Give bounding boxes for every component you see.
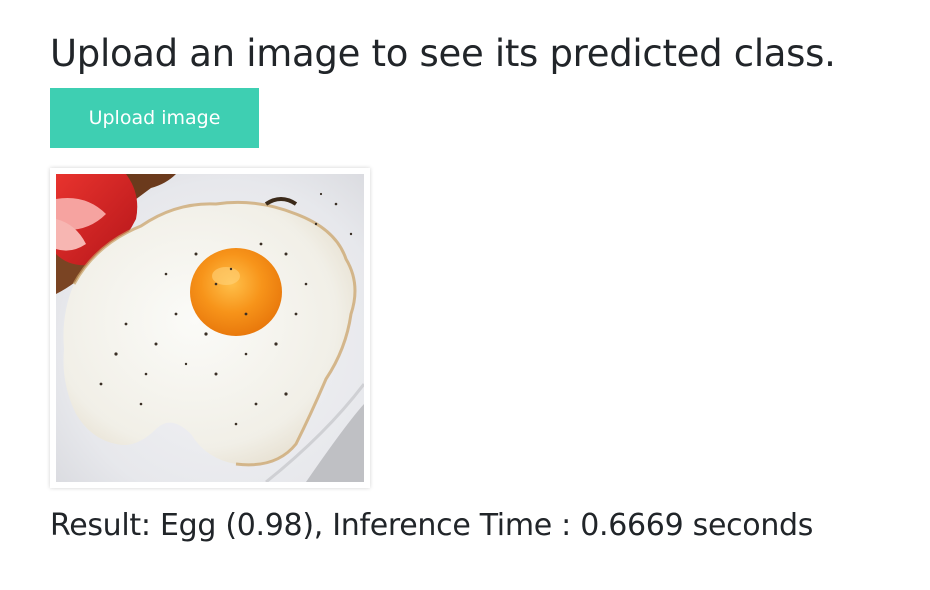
prediction-result-text: Result: Egg (0.98), Inference Time : 0.6…: [50, 508, 814, 543]
image-preview-frame: [50, 168, 370, 488]
uploaded-egg-image: [56, 174, 364, 482]
page-title: Upload an image to see its predicted cla…: [50, 32, 836, 75]
upload-image-button[interactable]: Upload image: [50, 88, 259, 148]
